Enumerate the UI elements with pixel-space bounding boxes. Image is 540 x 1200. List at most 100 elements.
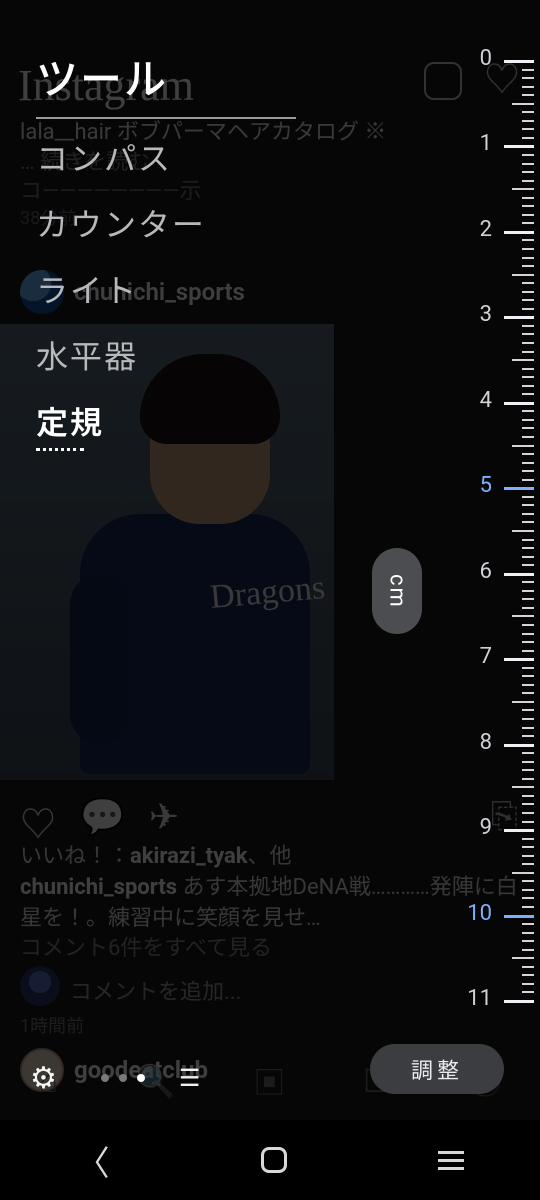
ruler-tick-minor [522,470,534,472]
ruler-tick-minor [512,530,534,532]
ruler-tick-minor [522,624,534,626]
ruler-label: 10 [467,901,492,926]
ruler-tick-major: 3 [504,316,534,319]
ruler-tick-minor [522,991,534,993]
ruler-tick-minor [522,77,534,79]
ruler-tick-minor [522,547,534,549]
ruler-tick-minor [522,222,534,224]
page-dot[interactable] [101,1074,109,1082]
nav-home-icon[interactable] [261,1147,287,1173]
ruler-label: 7 [480,644,492,669]
ruler-tick-minor [522,821,534,823]
ruler-scale[interactable]: 01234567891011 [450,60,540,1000]
ruler-tick-minor [522,154,534,156]
ruler-tick-minor [522,803,534,805]
page-dot[interactable] [137,1074,145,1082]
ruler-tick-minor [522,265,534,267]
ruler-tick-minor [522,539,534,541]
ruler-tick-minor [522,752,534,754]
ruler-tick-minor [512,103,534,105]
ruler-tick-minor [522,838,534,840]
ruler-tick-minor [522,598,534,600]
ruler-tick-minor [522,692,534,694]
page-dot[interactable] [119,1074,127,1082]
ruler-tick-minor [522,462,534,464]
ruler-tick-minor [522,248,534,250]
ruler-tick-minor [522,923,534,925]
ruler-tick-minor [512,872,534,874]
ruler-tick-minor [522,351,534,353]
ruler-tick-minor [522,342,534,344]
settings-gear-icon[interactable]: ⚙ [30,1061,57,1096]
ruler-tick-major: 11 [504,1000,534,1003]
ruler-label: 4 [480,388,492,413]
nav-recents-icon[interactable] [438,1151,464,1170]
list-icon[interactable]: ☰ [179,1064,201,1092]
ruler-tick-minor [512,274,534,276]
ruler-tick-minor [522,299,534,301]
ruler-tick-major: 7 [504,658,534,661]
tool-counter[interactable]: カウンター [36,200,206,246]
ruler-tick-minor [522,436,534,438]
ruler-tick-minor [522,727,534,729]
ruler-label: 9 [480,815,492,840]
ruler-tick-minor [522,180,534,182]
ruler-tick-minor [522,376,534,378]
tool-compass[interactable]: コンパス [36,134,206,180]
ruler-tick-minor [522,607,534,609]
ruler-tick-minor [522,69,534,71]
ruler-tick-minor [522,171,534,173]
ruler-tick-minor [522,846,534,848]
ruler-label: 11 [467,986,492,1011]
ruler-tick-minor [512,188,534,190]
ruler-tick-minor [522,325,534,327]
ruler-tick-minor [522,205,534,207]
ruler-tick-minor [522,214,534,216]
unit-toggle-chip[interactable]: cm [372,548,422,634]
ruler-tick-minor [522,940,534,942]
ruler-tick-minor [522,282,534,284]
ruler-tick-minor [522,479,534,481]
ruler-tick-minor [522,581,534,583]
ruler-tick-minor [522,291,534,293]
tool-ruler[interactable]: 定規 [36,398,206,451]
ruler-label: 3 [480,302,492,327]
ruler-tick-minor [522,633,534,635]
ruler-tick-minor [522,932,534,934]
ruler-tick-minor [522,769,534,771]
ruler-tick-minor [522,709,534,711]
ruler-tick-minor [522,855,534,857]
ruler-tick-major: 8 [504,744,534,747]
ruler-tick-minor [522,419,534,421]
ruler-tick-minor [522,197,534,199]
ruler-tick-minor [522,761,534,763]
nav-back-icon[interactable]: 〈 [76,1136,110,1185]
page-dots[interactable] [101,1074,145,1082]
ruler-tick-minor [522,863,534,865]
ruler-tick-minor [522,795,534,797]
ruler-tick-minor [512,445,534,447]
ruler-tick-minor [522,120,534,122]
tool-level[interactable]: 水平器 [36,332,206,378]
ruler-tick-major: 0 [504,60,534,63]
ruler-tick-minor [522,86,534,88]
ruler-tick-minor [522,137,534,139]
ruler-label: 0 [480,46,492,71]
ruler-tick-minor [522,128,534,130]
ruler-tick-major: 1 [504,145,534,148]
ruler-label: 5 [480,473,492,498]
ruler-tick-major: 6 [504,573,534,576]
ruler-tick-minor [522,393,534,395]
ruler-tick-minor [522,257,534,259]
tool-light[interactable]: ライト [36,266,206,312]
ruler-tick-minor [522,163,534,165]
ruler-tick-minor [522,521,534,523]
ruler-tick-minor [522,889,534,891]
ruler-tick-major: 9 [504,829,534,832]
ruler-tick-minor [512,359,534,361]
ruler-tick-minor [522,684,534,686]
ruler-tick-minor [522,453,534,455]
ruler-tick-minor [512,701,534,703]
ruler-tick-minor [522,906,534,908]
ruler-tick-minor [522,333,534,335]
